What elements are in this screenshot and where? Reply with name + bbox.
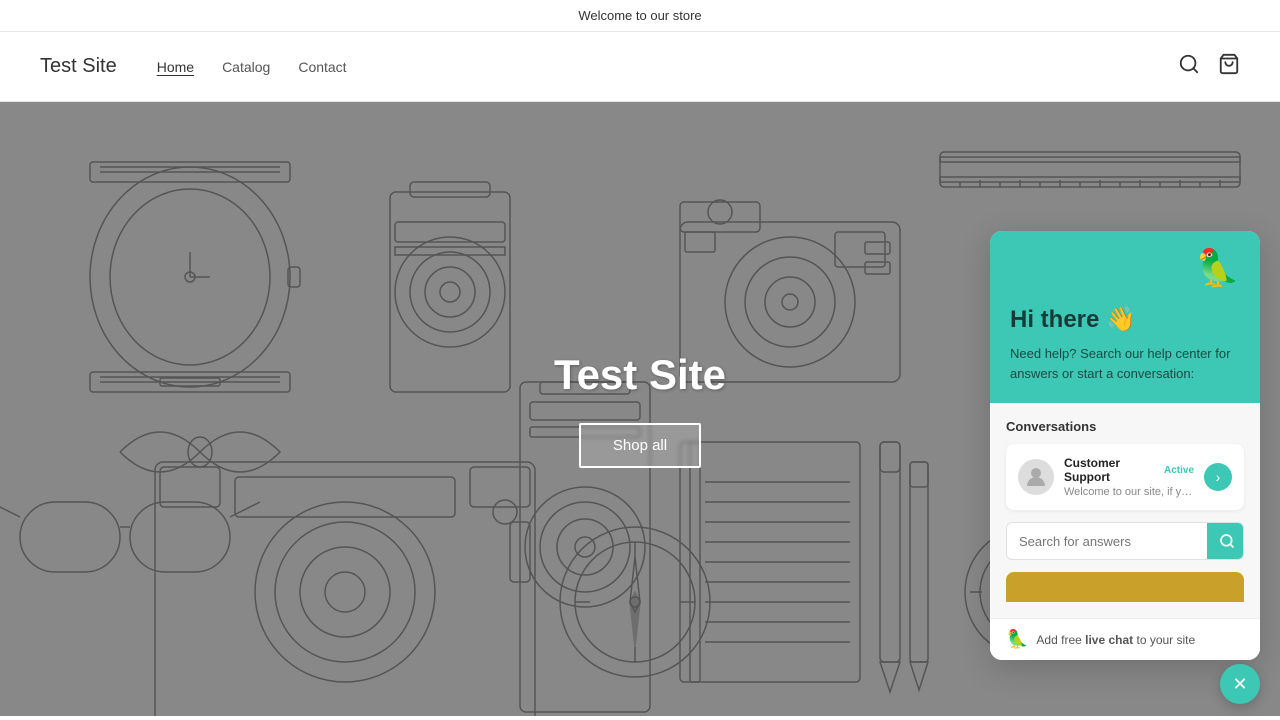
hero-content: Test Site Shop all: [554, 351, 726, 468]
close-icon: ✕: [1232, 674, 1247, 695]
bottom-card-preview: [1006, 572, 1244, 602]
conversation-header-row: Customer Support Active: [1064, 456, 1194, 484]
chat-widget: 🦜 Hi there 👋 Need help? Search our help …: [990, 231, 1260, 660]
cart-icon[interactable]: [1218, 53, 1240, 81]
nav-contact[interactable]: Contact: [298, 59, 346, 75]
conversation-arrow[interactable]: ›: [1204, 463, 1232, 491]
conversations-label: Conversations: [1006, 419, 1244, 434]
conversation-item[interactable]: Customer Support Active Welcome to our s…: [1006, 444, 1244, 510]
customer-support-avatar: [1018, 459, 1054, 495]
hero-title: Test Site: [554, 351, 726, 399]
chat-close-button[interactable]: ✕: [1220, 664, 1260, 704]
chat-subtitle: Need help? Search our help center for an…: [1010, 344, 1240, 383]
search-box: [1006, 522, 1244, 560]
chat-footer-logo: 🦜: [1006, 629, 1028, 650]
search-button[interactable]: [1207, 523, 1244, 559]
header-actions: [1178, 53, 1240, 81]
chat-greeting: Hi there 👋: [1010, 305, 1240, 334]
chat-body: Conversations Customer Support Active We…: [990, 403, 1260, 618]
nav-home[interactable]: Home: [157, 59, 194, 75]
chat-footer-text: Add free live chat to your site: [1036, 633, 1195, 647]
shop-all-button[interactable]: Shop all: [579, 423, 701, 468]
active-badge: Active: [1164, 465, 1194, 476]
site-logo[interactable]: Test Site: [40, 55, 117, 78]
conversation-info: Customer Support Active Welcome to our s…: [1064, 456, 1194, 498]
search-icon[interactable]: [1178, 53, 1200, 81]
chat-header: 🦜 Hi there 👋 Need help? Search our help …: [990, 231, 1260, 403]
conversation-preview: Welcome to our site, if you ne...: [1064, 486, 1194, 498]
nav-catalog[interactable]: Catalog: [222, 59, 270, 75]
parrot-icon: 🦜: [1195, 247, 1240, 289]
conversation-name: Customer Support: [1064, 456, 1164, 484]
announcement-text: Welcome to our store: [578, 8, 701, 23]
chat-footer: 🦜 Add free live chat to your site: [990, 618, 1260, 660]
announcement-bar: Welcome to our store: [0, 0, 1280, 32]
header: Test Site Home Catalog Contact: [0, 32, 1280, 102]
search-input[interactable]: [1007, 524, 1207, 559]
main-nav: Home Catalog Contact: [157, 59, 1178, 75]
